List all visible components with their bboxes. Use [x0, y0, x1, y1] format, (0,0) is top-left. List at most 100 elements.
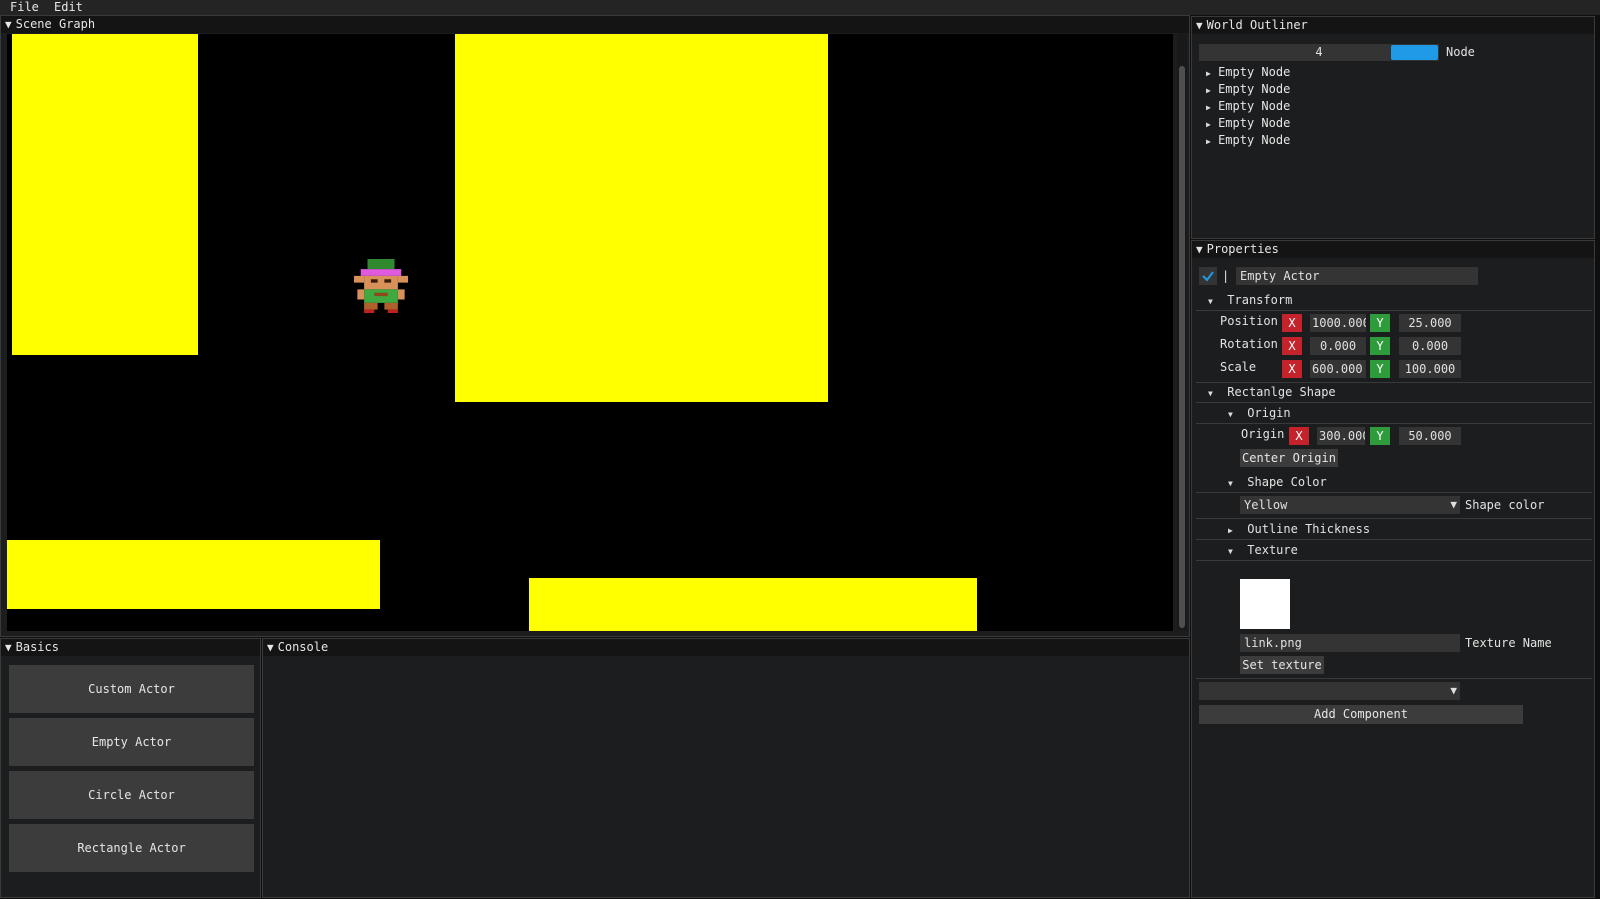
- dropdown-arrow-icon[interactable]: ▼: [1450, 682, 1457, 700]
- world-outliner-title: World Outliner: [1206, 18, 1308, 32]
- collapse-triangle-icon[interactable]: ▼: [1228, 410, 1233, 419]
- position-y-axis-button[interactable]: Y: [1370, 314, 1390, 332]
- custom-actor-button[interactable]: Custom Actor: [9, 665, 254, 713]
- basics-titlebar[interactable]: ▼ Basics: [1, 639, 260, 656]
- outliner-node-item[interactable]: ▶ Empty Node: [1206, 132, 1290, 149]
- origin-x-input[interactable]: 300.000: [1317, 427, 1365, 445]
- node-count-value: 4: [1315, 45, 1323, 59]
- outliner-node-list: ▶ Empty Node ▶ Empty Node ▶ Empty Node ▶…: [1206, 64, 1290, 149]
- divider: [1196, 539, 1592, 540]
- scene-scrollbar-thumb[interactable]: [1179, 66, 1185, 628]
- collapse-triangle-icon[interactable]: ▼: [1208, 389, 1213, 398]
- collapse-triangle-icon[interactable]: ▼: [1228, 479, 1233, 488]
- menu-edit[interactable]: Edit: [54, 0, 83, 15]
- rotation-y-axis-button[interactable]: Y: [1370, 337, 1390, 355]
- properties-title: Properties: [1206, 242, 1279, 256]
- divider: [1196, 423, 1592, 424]
- shape-color-header[interactable]: ▼ Shape Color: [1228, 474, 1327, 492]
- position-y-input[interactable]: 25.000: [1399, 314, 1461, 332]
- expand-triangle-icon[interactable]: ▶: [1206, 69, 1211, 78]
- scale-x-axis-button[interactable]: X: [1282, 360, 1302, 378]
- expand-triangle-icon[interactable]: ▶: [1206, 103, 1211, 112]
- scene-graph-window: ▼ Scene Graph: [0, 15, 1190, 637]
- scale-label: Scale: [1220, 360, 1257, 374]
- divider: [1196, 402, 1592, 403]
- yellow-rectangle-actor[interactable]: [12, 34, 198, 355]
- yellow-rectangle-actor[interactable]: [455, 34, 828, 402]
- component-type-dropdown[interactable]: ▼: [1199, 682, 1460, 700]
- collapse-triangle-icon[interactable]: ▼: [1208, 297, 1213, 306]
- outliner-node-item[interactable]: ▶ Empty Node: [1206, 115, 1290, 132]
- shape-color-dropdown[interactable]: Yellow ▼: [1240, 496, 1460, 514]
- position-x-axis-button[interactable]: X: [1282, 314, 1302, 332]
- collapse-triangle-icon[interactable]: ▼: [1196, 19, 1203, 32]
- set-texture-button[interactable]: Set texture: [1240, 656, 1324, 674]
- expand-triangle-icon[interactable]: ▶: [1228, 526, 1233, 535]
- rectangle-shape-header[interactable]: ▼ Rectanlge Shape: [1208, 384, 1336, 402]
- properties-window: ▼ Properties | Empty Actor ▼ Transform Po…: [1191, 240, 1595, 898]
- actor-name-input[interactable]: Empty Actor: [1236, 267, 1478, 285]
- scale-x-input[interactable]: 600.000: [1310, 360, 1366, 378]
- circle-actor-button[interactable]: Circle Actor: [9, 771, 254, 819]
- name-separator: |: [1222, 269, 1230, 283]
- dropdown-arrow-icon[interactable]: ▼: [1450, 496, 1457, 514]
- divider: [1196, 518, 1592, 519]
- properties-titlebar[interactable]: ▼ Properties: [1192, 241, 1594, 258]
- yellow-rectangle-actor[interactable]: [7, 540, 380, 609]
- menu-file[interactable]: File: [10, 0, 39, 15]
- position-x-input[interactable]: 1000.000: [1310, 314, 1366, 332]
- world-outliner-titlebar[interactable]: ▼ World Outliner: [1192, 17, 1594, 34]
- scene-viewport[interactable]: [7, 34, 1173, 631]
- collapse-triangle-icon[interactable]: ▼: [1196, 243, 1203, 256]
- collapse-triangle-icon[interactable]: ▼: [267, 641, 274, 654]
- empty-actor-button[interactable]: Empty Actor: [9, 718, 254, 766]
- collapse-triangle-icon[interactable]: ▼: [1228, 547, 1233, 556]
- divider: [1196, 492, 1592, 493]
- scale-y-input[interactable]: 100.000: [1399, 360, 1461, 378]
- expand-triangle-icon[interactable]: ▶: [1206, 86, 1211, 95]
- rotation-y-input[interactable]: 0.000: [1399, 337, 1461, 355]
- rotation-x-input[interactable]: 0.000: [1310, 337, 1366, 355]
- outliner-node-item[interactable]: ▶ Empty Node: [1206, 81, 1290, 98]
- texture-name-input[interactable]: link.png: [1240, 634, 1460, 652]
- texture-header[interactable]: ▼ Texture: [1228, 542, 1298, 560]
- center-origin-button[interactable]: Center Origin: [1240, 449, 1338, 467]
- outliner-node-item[interactable]: ▶ Empty Node: [1206, 64, 1290, 81]
- divider: [1196, 382, 1592, 383]
- divider: [1196, 310, 1592, 311]
- yellow-rectangle-actor[interactable]: [529, 578, 977, 631]
- origin-y-input[interactable]: 50.000: [1399, 427, 1461, 445]
- origin-y-axis-button[interactable]: Y: [1370, 427, 1390, 445]
- rotation-label: Rotation: [1220, 337, 1278, 351]
- texture-preview: [1240, 579, 1290, 629]
- menu-bar: File Edit: [0, 0, 1600, 15]
- outliner-node-item[interactable]: ▶ Empty Node: [1206, 98, 1290, 115]
- console-log-area[interactable]: [265, 657, 1187, 895]
- node-count-slider[interactable]: 4: [1199, 44, 1439, 61]
- origin-header[interactable]: ▼ Origin: [1228, 405, 1291, 423]
- rectangle-actor-button[interactable]: Rectangle Actor: [9, 824, 254, 872]
- link-sprite[interactable]: [354, 259, 408, 313]
- expand-triangle-icon[interactable]: ▶: [1206, 137, 1211, 146]
- origin-label: Origin: [1241, 427, 1285, 441]
- collapse-triangle-icon[interactable]: ▼: [5, 18, 12, 31]
- checkmark-icon: [1202, 271, 1214, 282]
- scale-y-axis-button[interactable]: Y: [1370, 360, 1390, 378]
- origin-x-axis-button[interactable]: X: [1289, 427, 1309, 445]
- transform-header[interactable]: ▼ Transform: [1208, 292, 1292, 310]
- scene-scrollbar-track[interactable]: [1177, 34, 1187, 631]
- shape-color-value: Yellow: [1244, 498, 1288, 512]
- console-titlebar[interactable]: ▼ Console: [263, 639, 1189, 656]
- outline-thickness-header[interactable]: ▶ Outline Thickness: [1228, 521, 1370, 539]
- texture-name-label: Texture Name: [1465, 636, 1552, 650]
- rotation-x-axis-button[interactable]: X: [1282, 337, 1302, 355]
- scene-graph-title: Scene Graph: [15, 17, 96, 31]
- expand-triangle-icon[interactable]: ▶: [1206, 120, 1211, 129]
- basics-window: ▼ Basics Custom Actor Empty Actor Circle …: [0, 638, 261, 898]
- node-count-slider-grab[interactable]: [1391, 45, 1438, 60]
- collapse-triangle-icon[interactable]: ▼: [5, 641, 12, 654]
- add-component-button[interactable]: Add Component: [1199, 705, 1523, 724]
- console-title: Console: [277, 640, 329, 654]
- scene-graph-titlebar[interactable]: ▼ Scene Graph: [1, 16, 1189, 33]
- actor-active-checkbox[interactable]: [1199, 267, 1217, 285]
